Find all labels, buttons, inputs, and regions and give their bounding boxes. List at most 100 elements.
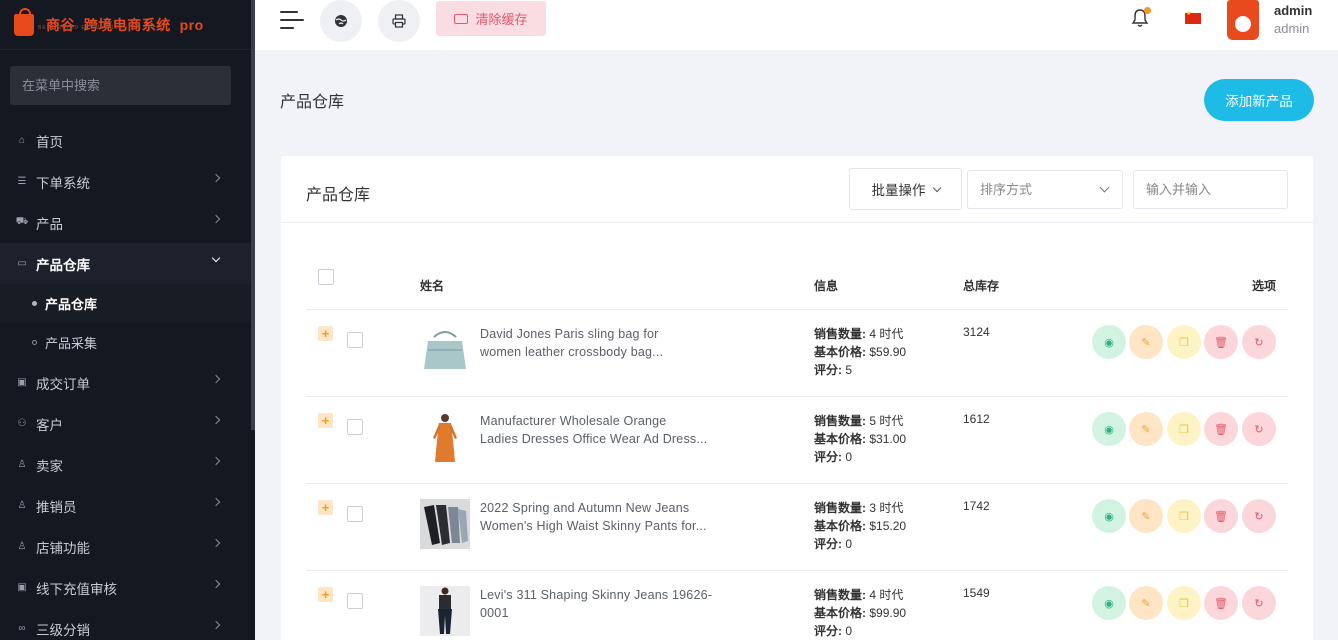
product-thumbnail[interactable]: [420, 325, 470, 375]
rating-label: 评分:: [814, 363, 842, 377]
bulk-actions-label: 批量操作: [871, 183, 926, 198]
menu-toggle-bar: [280, 11, 298, 13]
edit-button[interactable]: ✎: [1129, 325, 1163, 359]
sidebar-subitem-label: 产品仓库: [45, 297, 98, 312]
sidebar-menu: ⌂ 首页 ☰ 下单系统 ⛟ 产品 ▭ 产品仓库 产品仓库 产品采集 ▣ 成交订单…: [0, 120, 251, 640]
sales-value: 3 时代: [869, 501, 904, 515]
print-button[interactable]: [378, 0, 420, 42]
sidebar-item-label: 首页: [36, 134, 63, 150]
product-thumbnail[interactable]: [420, 412, 470, 462]
sidebar-item-salespeople[interactable]: ♙ 推销员: [0, 485, 251, 526]
expand-row-button[interactable]: +: [318, 587, 333, 602]
delete-button[interactable]: 🗑: [1204, 325, 1238, 359]
sidebar-item-order-system[interactable]: ☰ 下单系统: [0, 161, 251, 202]
trash-icon: 🗑: [1214, 336, 1228, 349]
avatar[interactable]: [1227, 0, 1259, 40]
price-label: 基本价格:: [814, 432, 866, 446]
sidebar-item-products[interactable]: ⛟ 产品: [0, 202, 251, 243]
product-name[interactable]: 2022 Spring and Autumn New Jeans Women's…: [480, 499, 720, 535]
restore-button[interactable]: ↻: [1242, 325, 1276, 359]
expand-row-button[interactable]: +: [318, 326, 333, 341]
add-new-product-button[interactable]: 添加新产品: [1204, 79, 1314, 121]
select-all-checkbox[interactable]: [318, 269, 334, 285]
user-role: admin: [1274, 21, 1310, 36]
sidebar-item-shop-features[interactable]: ♙ 店铺功能: [0, 526, 251, 567]
table-row: + 2022 Spring and Autumn New Jeans Women…: [281, 483, 1313, 570]
restore-button[interactable]: ↻: [1242, 499, 1276, 533]
restore-button[interactable]: ↻: [1242, 412, 1276, 446]
rating-info: 评分: 0: [814, 622, 906, 640]
product-thumbnail[interactable]: [420, 499, 470, 549]
brand-logo[interactable]: 商谷 跨境电商系统 pro BEST RATED ECOMMERCE ITEM: [0, 0, 255, 50]
copy-button[interactable]: ❐: [1167, 586, 1201, 620]
view-button[interactable]: ◉: [1092, 499, 1126, 533]
row-checkbox[interactable]: [347, 593, 363, 609]
product-name[interactable]: David Jones Paris sling bag for women le…: [480, 325, 720, 361]
edit-button[interactable]: ✎: [1129, 412, 1163, 446]
product-name[interactable]: Levi's 311 Shaping Skinny Jeans 19626- 0…: [480, 586, 720, 622]
view-button[interactable]: ◉: [1092, 586, 1126, 620]
rating-info: 评分: 0: [814, 448, 906, 466]
menu-toggle-icon[interactable]: [280, 9, 304, 31]
sidebar-item-orders[interactable]: ▣ 成交订单: [0, 362, 251, 403]
edit-button[interactable]: ✎: [1129, 499, 1163, 533]
product-info: 销售数量: 4 时代 基本价格: $99.90 评分: 0: [814, 586, 906, 640]
sidebar-item-product-warehouse[interactable]: ▭ 产品仓库: [0, 243, 251, 284]
rating-value: 0: [845, 624, 853, 638]
edit-icon: ✎: [1141, 336, 1151, 349]
sidebar-scrollbar[interactable]: [251, 0, 255, 430]
rating-value: 0: [845, 537, 853, 551]
product-search-input[interactable]: 输入并输入: [1133, 170, 1288, 209]
delete-button[interactable]: 🗑: [1204, 412, 1238, 446]
notification-button[interactable]: [1131, 7, 1151, 30]
row-checkbox[interactable]: [347, 419, 363, 435]
view-button[interactable]: ◉: [1092, 325, 1126, 359]
delete-button[interactable]: 🗑: [1204, 499, 1238, 533]
bulk-actions-dropdown[interactable]: 批量操作: [849, 168, 962, 210]
product-info: 销售数量: 4 时代 基本价格: $59.90 评分: 5: [814, 325, 906, 379]
china-flag-icon[interactable]: [1185, 10, 1201, 24]
sidebar-subitem-product-warehouse[interactable]: 产品仓库: [0, 284, 251, 323]
sidebar-item-home[interactable]: ⌂ 首页: [0, 120, 251, 161]
user-icon: ♙: [17, 500, 27, 511]
row-checkbox[interactable]: [347, 506, 363, 522]
row-checkbox[interactable]: [347, 332, 363, 348]
sidebar-item-offline-recharge[interactable]: ▣ 线下充值审核: [0, 567, 251, 608]
expand-row-button[interactable]: +: [318, 413, 333, 428]
chevron-right-icon: [211, 456, 221, 466]
sidebar: 商谷 跨境电商系统 pro BEST RATED ECOMMERCE ITEM …: [0, 0, 255, 640]
restore-button[interactable]: ↻: [1242, 586, 1276, 620]
user-icon: ♙: [17, 459, 27, 470]
clear-cache-button[interactable]: 清除缓存: [436, 1, 546, 36]
menu-toggle-bar: [280, 19, 304, 21]
list-icon: ☰: [17, 176, 27, 187]
copy-button[interactable]: ❐: [1167, 325, 1201, 359]
sidebar-item-distribution[interactable]: ∞ 三级分销: [0, 608, 251, 640]
edit-button[interactable]: ✎: [1129, 586, 1163, 620]
delete-button[interactable]: 🗑: [1204, 586, 1238, 620]
price-info: 基本价格: $31.00: [814, 430, 906, 448]
sidebar-subitem-product-collection[interactable]: 产品采集: [0, 323, 251, 362]
money-icon: ▣: [17, 377, 27, 388]
copy-button[interactable]: ❐: [1167, 499, 1201, 533]
view-button[interactable]: ◉: [1092, 412, 1126, 446]
sidebar-item-label: 产品仓库: [36, 257, 90, 273]
table-row: + Levi's 311 Shaping Skinny Jeans 19626-…: [281, 570, 1313, 640]
menu-search-input[interactable]: 在菜单中搜索: [10, 66, 231, 105]
sales-label: 销售数量:: [814, 414, 866, 428]
expand-row-button[interactable]: +: [318, 500, 333, 515]
sales-info: 销售数量: 4 时代: [814, 586, 906, 604]
website-button[interactable]: [320, 0, 362, 42]
sort-select[interactable]: 排序方式: [967, 170, 1123, 209]
sidebar-item-sellers[interactable]: ♙ 卖家: [0, 444, 251, 485]
eye-icon: ◉: [1104, 510, 1114, 523]
product-name[interactable]: Manufacturer Wholesale Orange Ladies Dre…: [480, 412, 720, 448]
printer-icon: [392, 14, 406, 28]
sales-info: 销售数量: 5 时代: [814, 412, 906, 430]
eye-icon: ◉: [1104, 423, 1114, 436]
sidebar-item-customers[interactable]: ⚇ 客户: [0, 403, 251, 444]
refresh-icon: ↻: [1254, 597, 1264, 610]
copy-button[interactable]: ❐: [1167, 412, 1201, 446]
sidebar-item-label: 客户: [36, 417, 63, 433]
product-thumbnail[interactable]: [420, 586, 470, 636]
